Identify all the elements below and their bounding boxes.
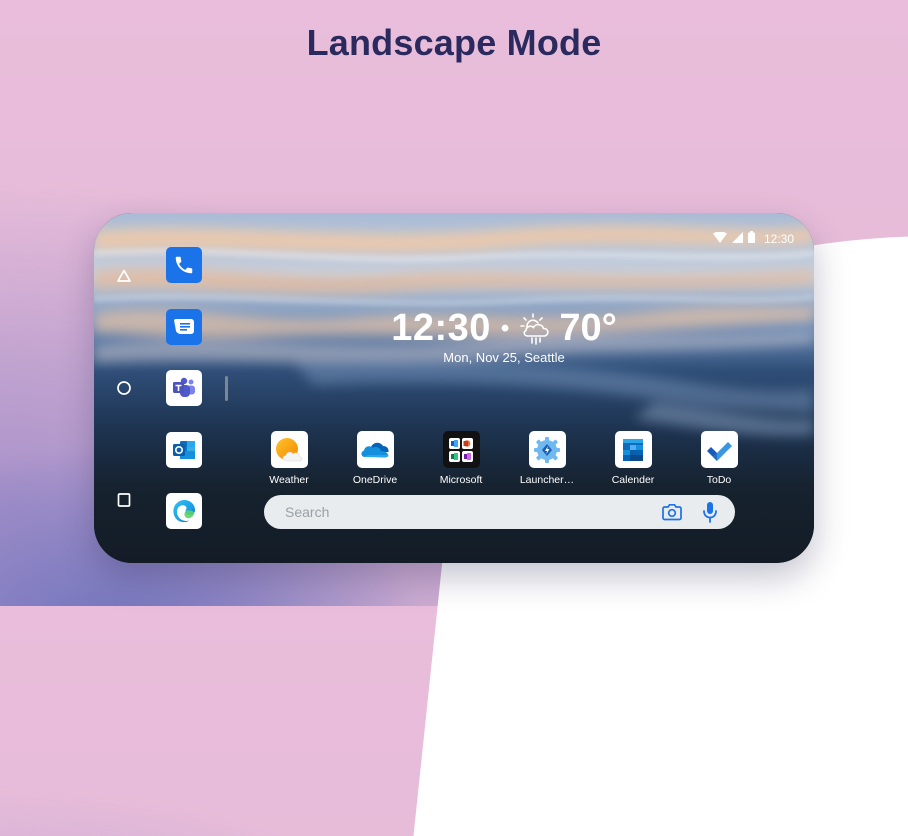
page-title: Landscape Mode [306,22,602,63]
message-icon [174,319,194,334]
panel-drag-handle[interactable] [225,376,228,401]
edge-icon [173,500,195,523]
app-label: Weather [269,474,309,486]
app-calendar[interactable]: Calender [598,431,668,486]
search-bar [264,495,735,529]
teams-icon [173,377,195,397]
app-onedrive[interactable]: OneDrive [340,431,410,486]
app-icon-tile [270,431,308,468]
dock-app-outlook[interactable] [166,432,202,468]
outlook-icon [173,441,195,459]
app-icon-tile [614,431,652,468]
app-label: Calender [611,474,655,486]
partly-cloudy-rain-icon [519,312,553,346]
circle-icon [117,381,131,395]
widget-temperature: 70° [559,307,617,349]
triangle-icon [117,269,131,282]
camera-search-button[interactable] [661,501,683,523]
search-input[interactable] [283,503,645,521]
battery-icon [747,231,755,246]
cell-signal-icon [731,231,743,246]
app-icon-tile [356,431,394,468]
onedrive-icon [361,442,389,457]
dock-app-teams[interactable] [166,370,202,406]
clock-weather-widget[interactable]: 12:30 • 70° Mon, Nov 25, Seattle [374,307,634,365]
app-icon-tile [700,431,738,468]
todo-icon [707,441,732,461]
status-time: 12:30 [763,231,794,246]
microphone-icon [703,502,717,523]
app-icon-tile [442,431,480,468]
widget-separator: • [500,314,510,342]
app-icon-tile [528,431,566,468]
phone-icon [175,256,193,274]
app-todo[interactable]: ToDo [684,431,754,486]
microsoft-office-icon [449,437,473,462]
back-button[interactable] [116,268,132,284]
wifi-icon [712,231,727,246]
app-label: Launcher… [519,474,575,486]
app-microsoft[interactable]: Microsoft [426,431,496,486]
app-launcher[interactable]: Launcher… [512,431,582,486]
dock-app-edge[interactable] [166,493,202,529]
calendar-icon [623,438,643,461]
launcher-icon [534,436,560,463]
dock-app-phone[interactable] [166,247,202,283]
app-weather[interactable]: Weather [254,431,324,486]
square-icon [117,493,131,507]
app-label: OneDrive [352,474,398,486]
phone-screen: 12:30 12:30 • 70° Mon, Nov 25, Seattle W… [94,213,814,563]
navigation-bar [94,213,152,563]
home-button[interactable] [116,380,132,396]
app-label: Microsoft [439,474,483,486]
app-label: ToDo [706,474,732,486]
weather-icon [276,437,302,461]
dock-app-messages[interactable] [166,309,202,345]
widget-date-location: Mon, Nov 25, Seattle [443,350,565,365]
widget-time: 12:30 [391,307,491,349]
recents-button[interactable] [116,492,132,508]
camera-icon [662,503,682,521]
voice-search-button[interactable] [699,501,721,523]
app-grid: Weather OneDrive Microsoft Launcher… Cal… [254,431,744,491]
dock [166,213,202,563]
status-bar: 12:30 [712,231,794,246]
